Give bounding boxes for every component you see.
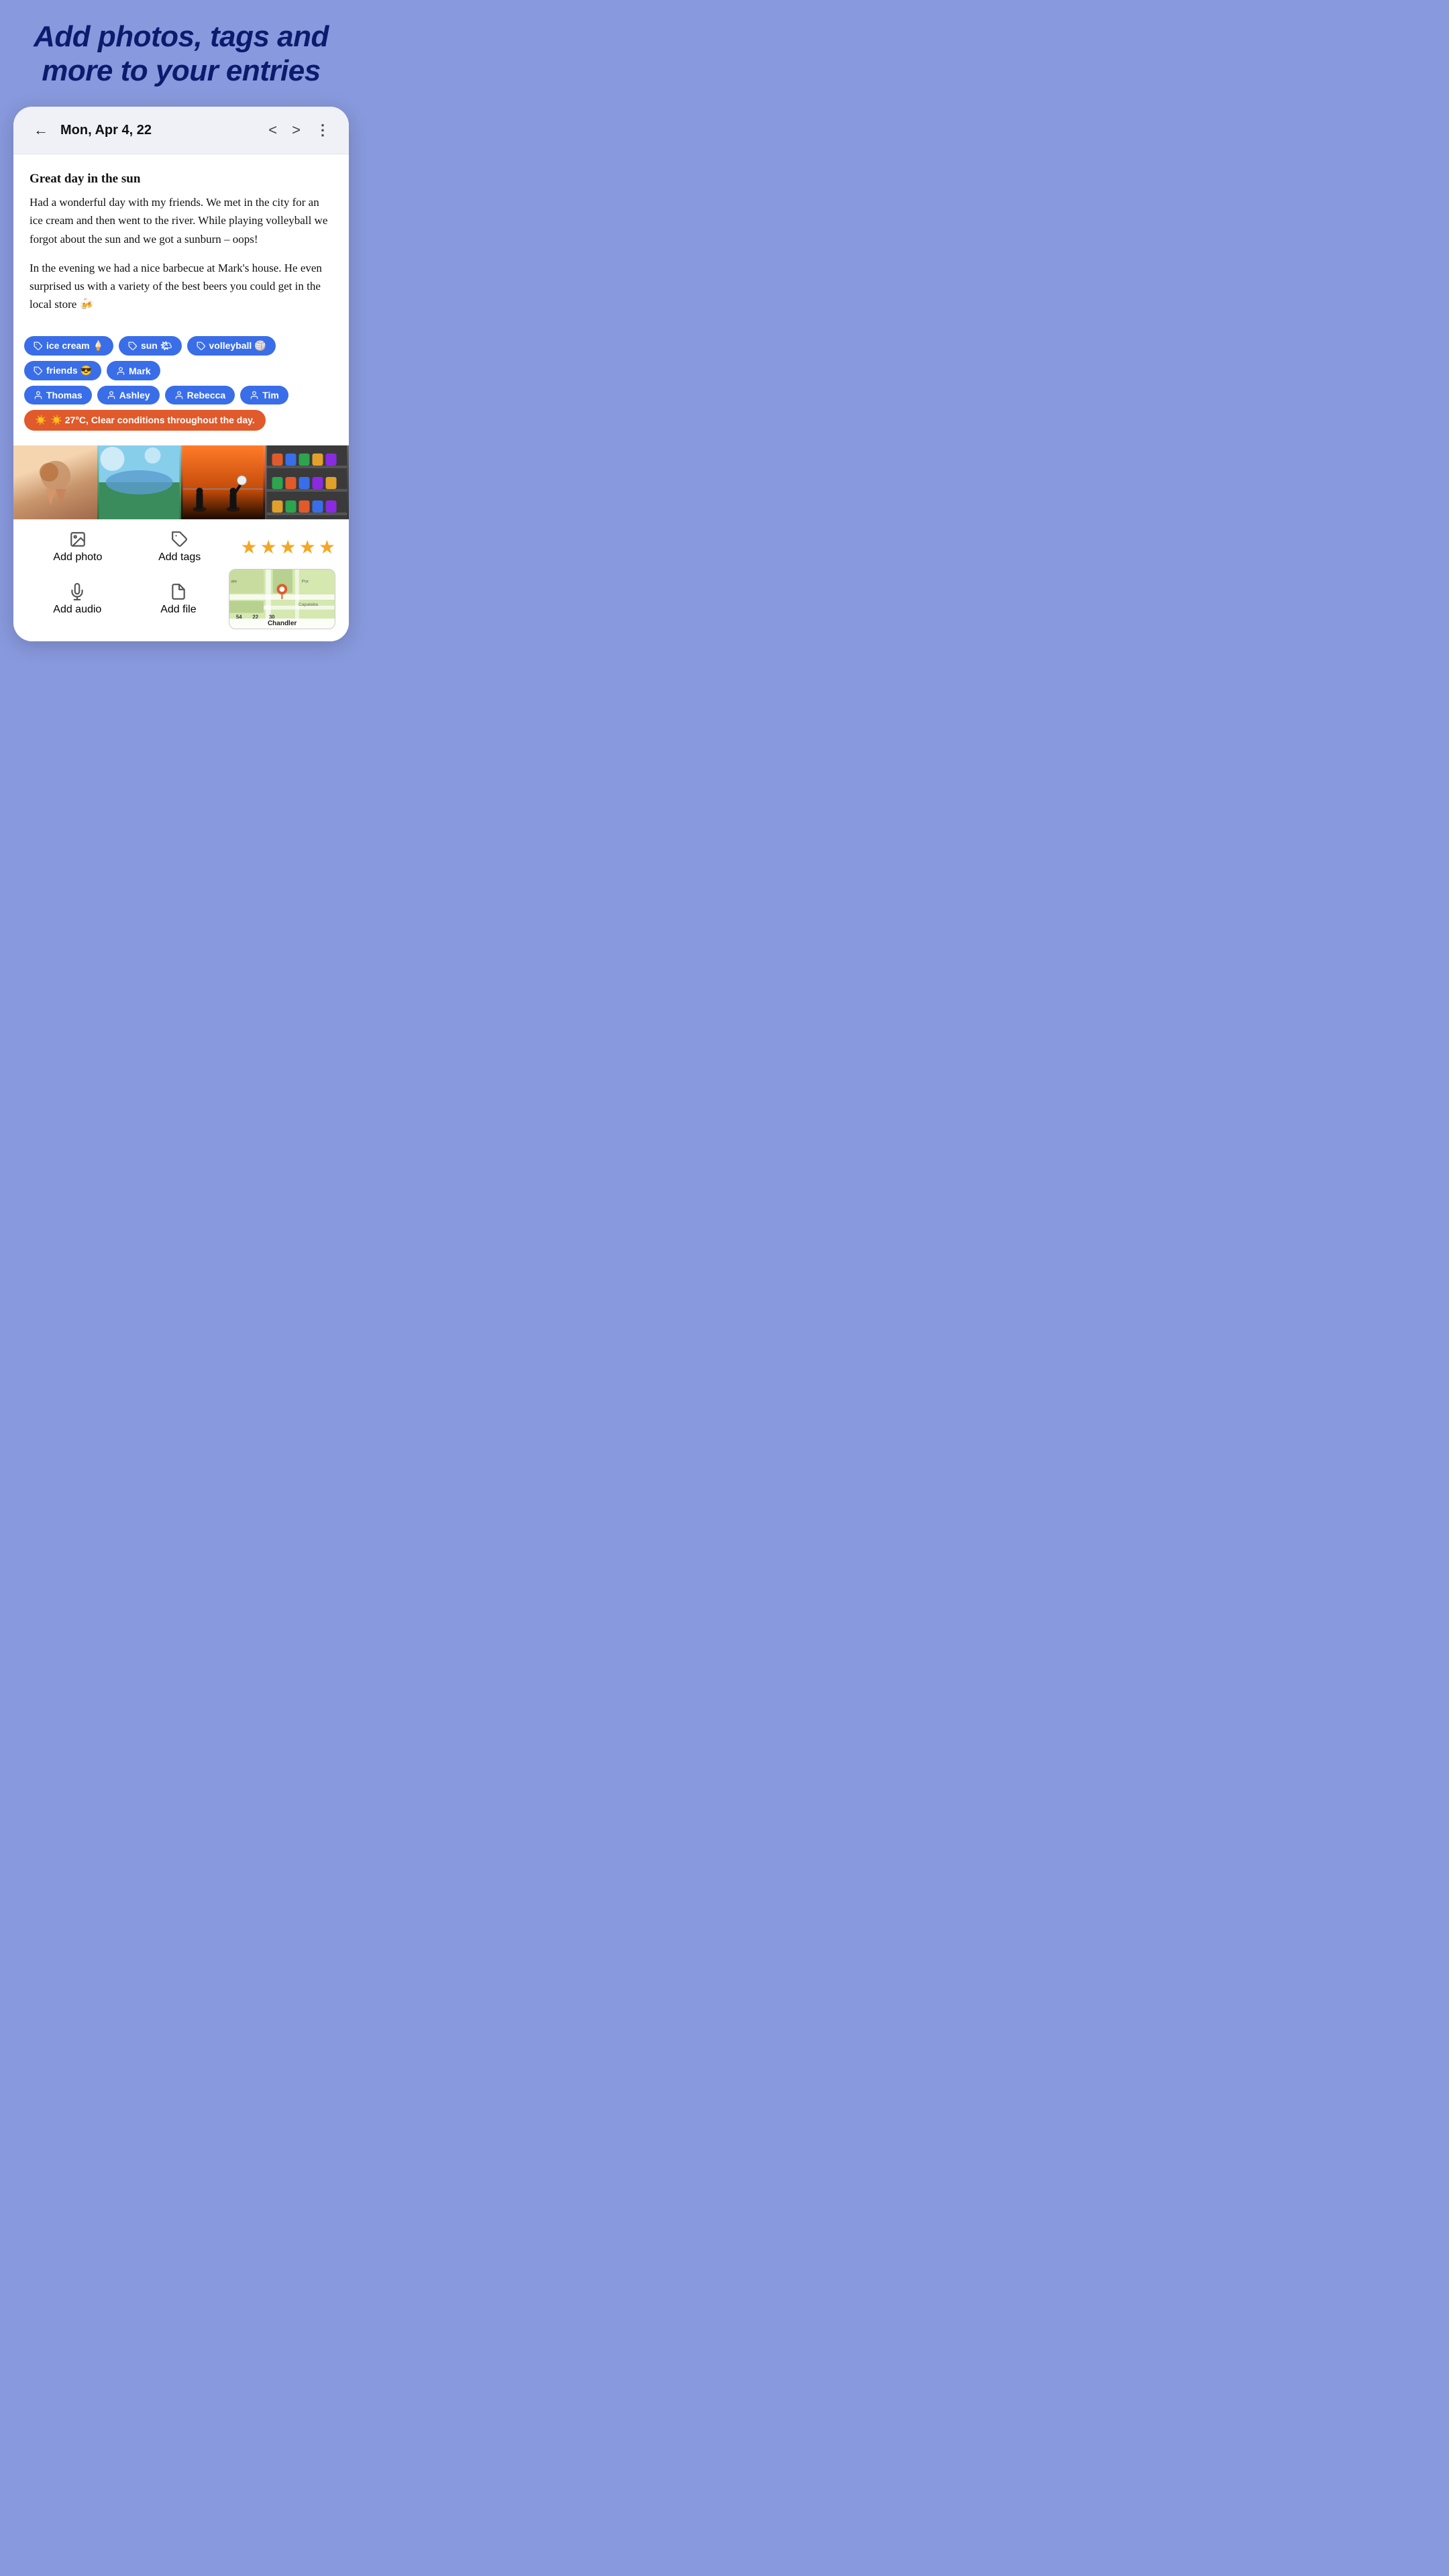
photo-beers[interactable] (265, 445, 349, 519)
add-audio-button[interactable]: Add audio (27, 583, 128, 616)
journal-card: ← Mon, Apr 4, 22 < > ⋮ Great day in the … (13, 107, 349, 641)
person-icon (116, 366, 125, 376)
photo-icon (69, 531, 87, 548)
map-city-label: Chandler (229, 619, 335, 629)
weather-icon: ☀️ (35, 415, 46, 426)
volleyball-illustration (181, 445, 265, 519)
star-4[interactable]: ★ (299, 536, 316, 558)
bottom-toolbar: Add photo Add tags ★ ★ ★ ★ ★ (13, 519, 349, 641)
svg-text:Por: Por (302, 580, 309, 584)
tag-icon (34, 341, 43, 351)
rating-stars[interactable]: ★ ★ ★ ★ ★ (240, 536, 335, 558)
tag-thomas-label: Thomas (46, 390, 83, 400)
add-file-button[interactable]: Add file (128, 583, 229, 616)
add-photo-label: Add photo (53, 551, 102, 564)
prev-entry-button[interactable]: < (264, 119, 281, 142)
tag-ashley[interactable]: Ashley (97, 386, 160, 405)
back-button[interactable]: ← (28, 119, 54, 142)
svg-text:Capalaba: Capalaba (299, 602, 318, 607)
star-1[interactable]: ★ (240, 536, 257, 558)
person-icon (174, 390, 184, 400)
add-audio-label: Add audio (53, 604, 101, 616)
toolbar-row-2: Add audio Add file (27, 569, 335, 629)
svg-text:ale: ale (231, 580, 237, 584)
tag-friends[interactable]: friends 😎 (24, 361, 101, 380)
add-tags-label: Add tags (158, 551, 201, 564)
more-options-button[interactable]: ⋮ (311, 119, 334, 142)
tag-icon (197, 341, 206, 351)
river-illustration (97, 445, 181, 519)
map-thumbnail[interactable]: 54 22 30 ale Por Capalaba Chandler (229, 569, 335, 629)
tag-ashley-label: Ashley (119, 390, 150, 400)
person-icon (34, 390, 43, 400)
add-tags-button[interactable]: Add tags (129, 531, 231, 564)
person-icon (250, 390, 259, 400)
tag-tim-label: Tim (262, 390, 279, 400)
add-photo-button[interactable]: Add photo (27, 531, 129, 564)
next-entry-button[interactable]: > (288, 119, 305, 142)
entry-title: Great day in the sun (30, 172, 333, 186)
weather-text: ☀️ 27°C, Clear conditions throughout the… (50, 415, 254, 426)
photo-river[interactable] (97, 445, 181, 519)
entry-paragraph-1: Had a wonderful day with my friends. We … (30, 193, 333, 248)
icecream-illustration (36, 455, 76, 509)
star-2[interactable]: ★ (260, 536, 277, 558)
tag-volleyball-label: volleyball 🏐 (209, 340, 266, 352)
tag-friends-label: friends 😎 (46, 365, 92, 376)
entry-paragraph-2: In the evening we had a nice barbecue at… (30, 259, 333, 314)
add-file-label: Add file (160, 604, 196, 616)
tags-section: ice cream 🍦 sun 🌤 volleyball 🏐 friends 😎… (13, 336, 349, 445)
photo-icecream[interactable] (13, 445, 97, 519)
tag-icecream[interactable]: ice cream 🍦 (24, 336, 113, 356)
toolbar-row-1: Add photo Add tags ★ ★ ★ ★ ★ (27, 531, 335, 564)
person-icon (107, 390, 116, 400)
tag-icon (34, 366, 43, 376)
header-navigation: < > ⋮ (264, 119, 334, 142)
photo-volleyball[interactable] (181, 445, 265, 519)
tag-rebecca-label: Rebecca (187, 390, 226, 400)
tag-rebecca[interactable]: Rebecca (165, 386, 235, 405)
tag-sun[interactable]: sun 🌤 (119, 336, 182, 356)
tags-row-2: Thomas Ashley Rebecca Tim (24, 386, 338, 405)
tag-tim[interactable]: Tim (240, 386, 288, 405)
tag-icon (128, 341, 138, 351)
entry-date: Mon, Apr 4, 22 (60, 123, 258, 138)
photos-grid (13, 445, 349, 519)
star-3[interactable]: ★ (280, 536, 297, 558)
star-5[interactable]: ★ (319, 536, 335, 558)
tag-icon (171, 531, 189, 548)
tag-thomas[interactable]: Thomas (24, 386, 92, 405)
hero-title: Add photos, tags and more to your entrie… (13, 20, 349, 88)
tag-sun-label: sun 🌤 (141, 340, 172, 352)
entry-body: Great day in the sun Had a wonderful day… (13, 154, 349, 336)
tag-volleyball[interactable]: volleyball 🏐 (187, 336, 276, 356)
weather-badge: ☀️ ☀️ 27°C, Clear conditions throughout … (24, 410, 266, 431)
tag-mark-label: Mark (129, 366, 151, 376)
card-header: ← Mon, Apr 4, 22 < > ⋮ (13, 107, 349, 154)
tag-icecream-label: ice cream 🍦 (46, 340, 104, 352)
tags-row-1: ice cream 🍦 sun 🌤 volleyball 🏐 friends 😎… (24, 336, 338, 380)
tag-mark[interactable]: Mark (107, 361, 160, 380)
mic-icon (68, 583, 86, 600)
file-icon (170, 583, 187, 600)
beers-illustration (265, 445, 349, 519)
